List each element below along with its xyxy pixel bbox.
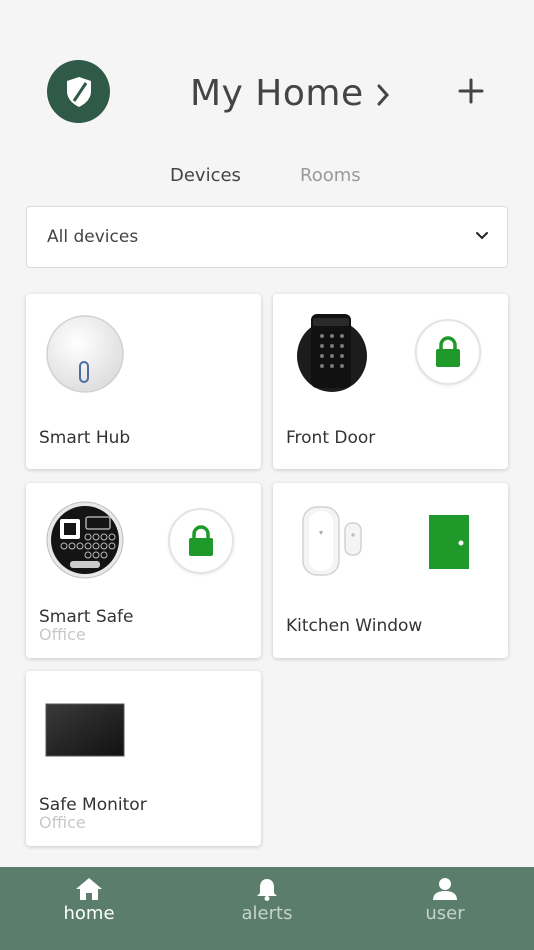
device-name: Smart Safe — [39, 607, 134, 627]
lock-status[interactable] — [168, 508, 234, 574]
filter-value: All devices — [47, 227, 139, 247]
tab-rooms[interactable]: Rooms — [300, 165, 361, 186]
bell-icon — [257, 879, 277, 901]
nav-home[interactable]: home — [29, 867, 149, 950]
device-name: Safe Monitor — [39, 795, 147, 815]
home-selector[interactable]: My Home — [190, 70, 390, 116]
nav-alerts[interactable]: alerts — [207, 867, 327, 950]
header: My Home — [0, 0, 534, 150]
device-card-front-door[interactable]: Front Door — [273, 294, 508, 469]
door-icon — [429, 515, 469, 569]
device-card-safe-monitor[interactable]: Safe Monitor Office — [26, 671, 261, 846]
app-screen: My Home Devices Rooms All devices Smart … — [0, 0, 534, 950]
device-name: Kitchen Window — [286, 616, 423, 636]
nav-alerts-label: alerts — [241, 903, 293, 924]
device-card-smart-safe[interactable]: Smart Safe Office — [26, 483, 261, 658]
lock-status[interactable] — [415, 319, 481, 385]
chevron-down-icon — [476, 232, 488, 240]
device-card-kitchen-window[interactable]: Kitchen Window — [273, 483, 508, 658]
home-icon — [76, 878, 102, 900]
hub-icon — [46, 315, 124, 393]
safe-keypad-icon — [46, 501, 124, 579]
user-icon — [433, 878, 457, 900]
nav-home-label: home — [63, 903, 115, 924]
lock-icon — [189, 525, 213, 556]
device-room: Office — [39, 625, 86, 644]
keypad-lock-icon — [297, 314, 367, 392]
view-tabs: Devices Rooms — [0, 165, 534, 195]
device-name: Front Door — [286, 428, 376, 448]
window-sensor-icon — [302, 506, 362, 576]
nav-user[interactable]: user — [385, 867, 505, 950]
device-filter-select[interactable]: All devices — [26, 206, 508, 268]
device-room: Office — [39, 813, 86, 832]
chevron-right-icon — [377, 84, 389, 106]
device-card-smart-hub[interactable]: Smart Hub — [26, 294, 261, 469]
device-name: Smart Hub — [39, 428, 131, 448]
shield-icon — [66, 76, 91, 107]
lock-icon — [436, 336, 460, 367]
monitor-icon — [45, 703, 125, 757]
add-icon[interactable] — [458, 78, 484, 104]
bottom-nav: home alerts user — [0, 867, 534, 950]
page-title: My Home — [190, 72, 364, 114]
tab-devices[interactable]: Devices — [170, 165, 241, 186]
nav-user-label: user — [425, 903, 465, 924]
security-button[interactable] — [47, 60, 110, 123]
